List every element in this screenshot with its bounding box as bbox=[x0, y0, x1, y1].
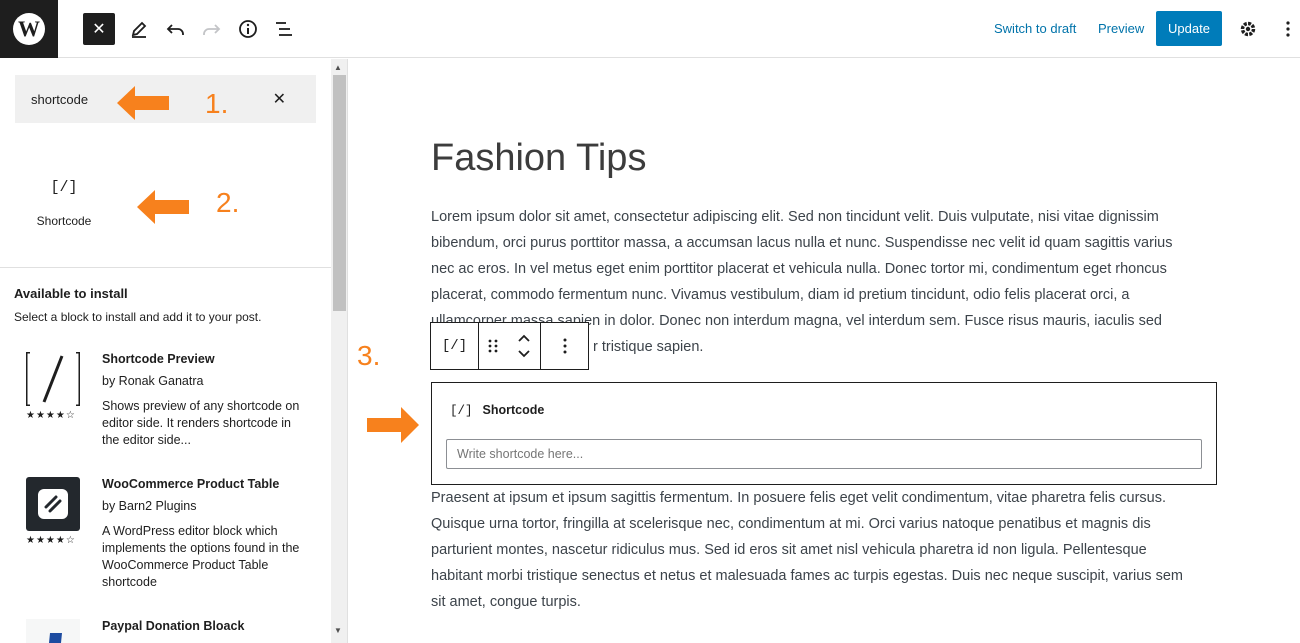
paragraph-line: nec ac eros. In vel metus eget enim port… bbox=[431, 261, 1167, 277]
scroll-up-icon[interactable]: ▲ bbox=[334, 63, 342, 72]
shortcode-icon: [/] bbox=[441, 338, 468, 354]
available-to-install-subtitle: Select a block to install and add it to … bbox=[14, 310, 262, 324]
editor-header: W ✕ Switch to draft Preview Update bbox=[0, 0, 1300, 58]
shortcode-icon: [/] bbox=[450, 404, 473, 418]
scroll-down-icon[interactable]: ▼ bbox=[334, 626, 342, 635]
annotation-step-2: 2. bbox=[216, 187, 240, 218]
paypal-logo-icon bbox=[26, 619, 80, 643]
clear-search-icon[interactable]: ✕ bbox=[273, 89, 286, 109]
plugin-description: A WordPress editor block which implement… bbox=[102, 524, 300, 589]
preview-button[interactable]: Preview bbox=[1098, 21, 1144, 36]
paragraph-line: Praesent at ipsum et ipsum sagittis ferm… bbox=[431, 490, 1167, 506]
scrollbar-thumb[interactable] bbox=[333, 75, 346, 311]
sidebar-scrollbar[interactable]: ▲ ▼ bbox=[331, 59, 347, 643]
shortcode-block[interactable]: [/] Shortcode bbox=[431, 382, 1217, 485]
shortcode-block-result[interactable]: [/] Shortcode bbox=[14, 169, 114, 243]
gear-icon[interactable] bbox=[1232, 13, 1264, 45]
wordpress-logo-icon[interactable]: W bbox=[0, 0, 58, 58]
redo-icon[interactable] bbox=[195, 13, 227, 45]
more-vertical-icon[interactable] bbox=[1272, 13, 1300, 45]
paragraph-line: placerat, commodo fermentum nunc. Vivamu… bbox=[431, 287, 1130, 303]
update-button[interactable]: Update bbox=[1156, 11, 1222, 46]
post-title[interactable]: Fashion Tips bbox=[431, 137, 646, 180]
plugin-name: WooCommerce Product Table bbox=[102, 477, 280, 491]
shortcode-block-label: Shortcode bbox=[482, 403, 545, 417]
annotation-arrow-icon bbox=[137, 190, 189, 224]
switch-to-draft-button[interactable]: Switch to draft bbox=[994, 21, 1076, 36]
plugin-description: Shows preview of any shortcode on editor… bbox=[102, 399, 300, 447]
annotation-arrow-icon bbox=[117, 86, 169, 120]
plugin-name: Paypal Donation Bloack bbox=[102, 619, 245, 633]
block-options-button[interactable] bbox=[541, 323, 588, 369]
paragraph-line: bibendum, orci purus porttitor massa, a … bbox=[431, 235, 1173, 251]
shortcode-block-header: [/] Shortcode bbox=[450, 403, 544, 418]
block-toolbar: [/] bbox=[430, 322, 589, 370]
plugin-author: by Ronak Ganatra bbox=[102, 374, 204, 388]
drag-handle-icon[interactable] bbox=[488, 338, 498, 354]
paragraph-line: habitant morbi tristique senectus et net… bbox=[431, 568, 1183, 584]
plugin-name: Shortcode Preview bbox=[102, 352, 215, 366]
undo-icon[interactable] bbox=[160, 13, 192, 45]
wordpress-logo-letter: W bbox=[13, 13, 45, 45]
block-result-label: Shortcode bbox=[36, 214, 92, 228]
search-value: shortcode bbox=[31, 92, 89, 107]
list-view-icon[interactable] bbox=[268, 13, 300, 45]
available-to-install-heading: Available to install bbox=[14, 286, 128, 301]
rating-stars: ★★★★☆ bbox=[26, 410, 76, 421]
block-inserter-panel: shortcode ✕ 1. [/] Shortcode 2. Availabl… bbox=[0, 59, 348, 643]
info-icon[interactable] bbox=[232, 13, 264, 45]
block-type-switcher[interactable]: [/] bbox=[431, 323, 479, 369]
paragraph-line: Quisque urna tortor, fringilla at sceler… bbox=[431, 516, 1151, 532]
divider bbox=[0, 267, 331, 268]
shortcode-preview-logo-icon bbox=[26, 352, 80, 406]
rating-stars: ★★★★☆ bbox=[26, 535, 76, 546]
paragraph-line: Lorem ipsum dolor sit amet, consectetur … bbox=[431, 209, 1159, 225]
annotation-step-1: 1. bbox=[205, 88, 229, 119]
block-mover bbox=[479, 323, 541, 369]
editor-canvas: Fashion Tips Lorem ipsum dolor sit amet,… bbox=[349, 59, 1300, 643]
plugin-author: by Barn2 Plugins bbox=[102, 499, 197, 513]
woocommerce-product-table-logo-icon bbox=[26, 477, 80, 531]
shortcode-icon: [/] bbox=[50, 179, 78, 196]
annotation-arrow-icon bbox=[367, 407, 419, 443]
pencil-icon[interactable] bbox=[123, 13, 155, 45]
more-vertical-icon bbox=[563, 338, 566, 354]
paragraph-block-2[interactable]: Praesent at ipsum et ipsum sagittis ferm… bbox=[431, 485, 1221, 615]
shortcode-input[interactable] bbox=[446, 439, 1202, 469]
paragraph-line: parturient montes, nascetur ridiculus mu… bbox=[431, 542, 1147, 558]
annotation-step-3: 3. bbox=[357, 340, 381, 371]
paragraph-line: sit amet, congue turpis. bbox=[431, 594, 581, 610]
move-up-down-icon[interactable] bbox=[517, 333, 531, 359]
close-icon[interactable]: ✕ bbox=[83, 13, 115, 45]
